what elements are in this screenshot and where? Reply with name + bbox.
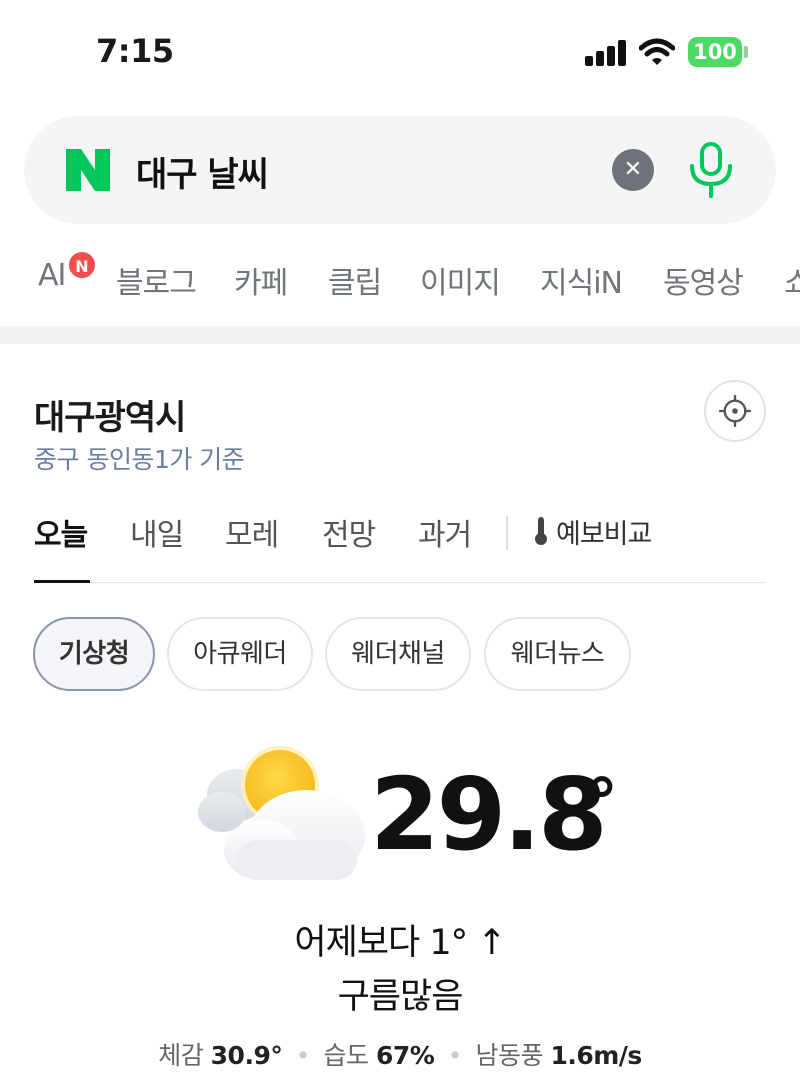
- tab-video[interactable]: 동영상: [663, 258, 744, 302]
- search-input[interactable]: 대구 날씨: [136, 147, 269, 196]
- status-time: 7:15: [96, 32, 174, 70]
- wifi-icon: [639, 38, 675, 65]
- wind-label: 남동풍: [475, 1041, 543, 1070]
- humidity-value: 67%: [375, 1041, 435, 1070]
- separator-dot: •: [295, 1041, 311, 1070]
- weather-day-tabs: 오늘 내일 모레 전망 과거: [0, 510, 800, 560]
- search-category-tabs: AI 블로그 카페 클립 이미지 지식iN 동영상 쇼: [0, 258, 800, 308]
- cellular-signal-icon: [585, 40, 627, 66]
- ai-new-badge: N: [67, 250, 97, 280]
- forecast-compare-link[interactable]: 예보비교: [556, 512, 652, 551]
- current-location-button[interactable]: [704, 380, 766, 442]
- tab-outlook[interactable]: 전망: [322, 510, 376, 554]
- microphone-icon[interactable]: [684, 142, 738, 198]
- clear-search-button[interactable]: ✕: [612, 149, 654, 191]
- compare-yesterday: 어제보다 1° ↑: [294, 923, 506, 963]
- section-divider: [0, 326, 800, 344]
- tab-clip[interactable]: 클립: [328, 258, 382, 302]
- tab-today[interactable]: 오늘: [34, 510, 88, 554]
- provider-accuweather[interactable]: 아큐웨더: [167, 617, 313, 691]
- battery-indicator: 100: [688, 37, 742, 67]
- tab-image[interactable]: 이미지: [420, 258, 501, 302]
- partly-cloudy-icon: [198, 746, 365, 880]
- feels-like-value: 30.9°: [210, 1041, 283, 1070]
- tab-past[interactable]: 과거: [418, 510, 472, 554]
- status-bar: 7:15 100: [0, 0, 800, 100]
- tab-ai[interactable]: AI: [38, 258, 66, 293]
- weather-details: 체감 30.9° • 습도 67% • 남동풍 1.6m/s: [0, 1036, 800, 1072]
- weather-condition: 구름많음: [337, 977, 464, 1017]
- battery-tip: [744, 46, 748, 58]
- tab-blog[interactable]: 블로그: [116, 258, 197, 302]
- provider-kma[interactable]: 기상청: [33, 617, 155, 691]
- tab-kin[interactable]: 지식iN: [540, 258, 623, 302]
- temperature-unit: °: [586, 766, 618, 840]
- search-bar[interactable]: 대구 날씨 ✕: [24, 116, 776, 224]
- thermometer-icon: [535, 517, 547, 545]
- tab-day-after[interactable]: 모레: [225, 510, 279, 554]
- provider-weatherchannel[interactable]: 웨더채널: [325, 617, 471, 691]
- tab-shopping[interactable]: 쇼: [784, 258, 800, 302]
- current-temperature: 29.8: [370, 756, 608, 873]
- provider-weathernews[interactable]: 웨더뉴스: [484, 617, 631, 691]
- wind-value: 1.6m/s: [550, 1041, 642, 1070]
- tab-cafe[interactable]: 카페: [234, 258, 288, 302]
- feels-like-label: 체감: [158, 1041, 204, 1070]
- separator-dot: •: [447, 1041, 463, 1070]
- tabs-divider: [90, 582, 766, 583]
- naver-logo-icon[interactable]: [66, 149, 110, 191]
- tab-tomorrow[interactable]: 내일: [130, 510, 184, 554]
- active-tab-underline: [34, 580, 90, 583]
- city-name: 대구광역시: [34, 398, 186, 438]
- location-basis: 중구 동인동1가 기준: [34, 445, 245, 474]
- tab-separator: [506, 516, 508, 550]
- humidity-label: 습도: [323, 1041, 370, 1070]
